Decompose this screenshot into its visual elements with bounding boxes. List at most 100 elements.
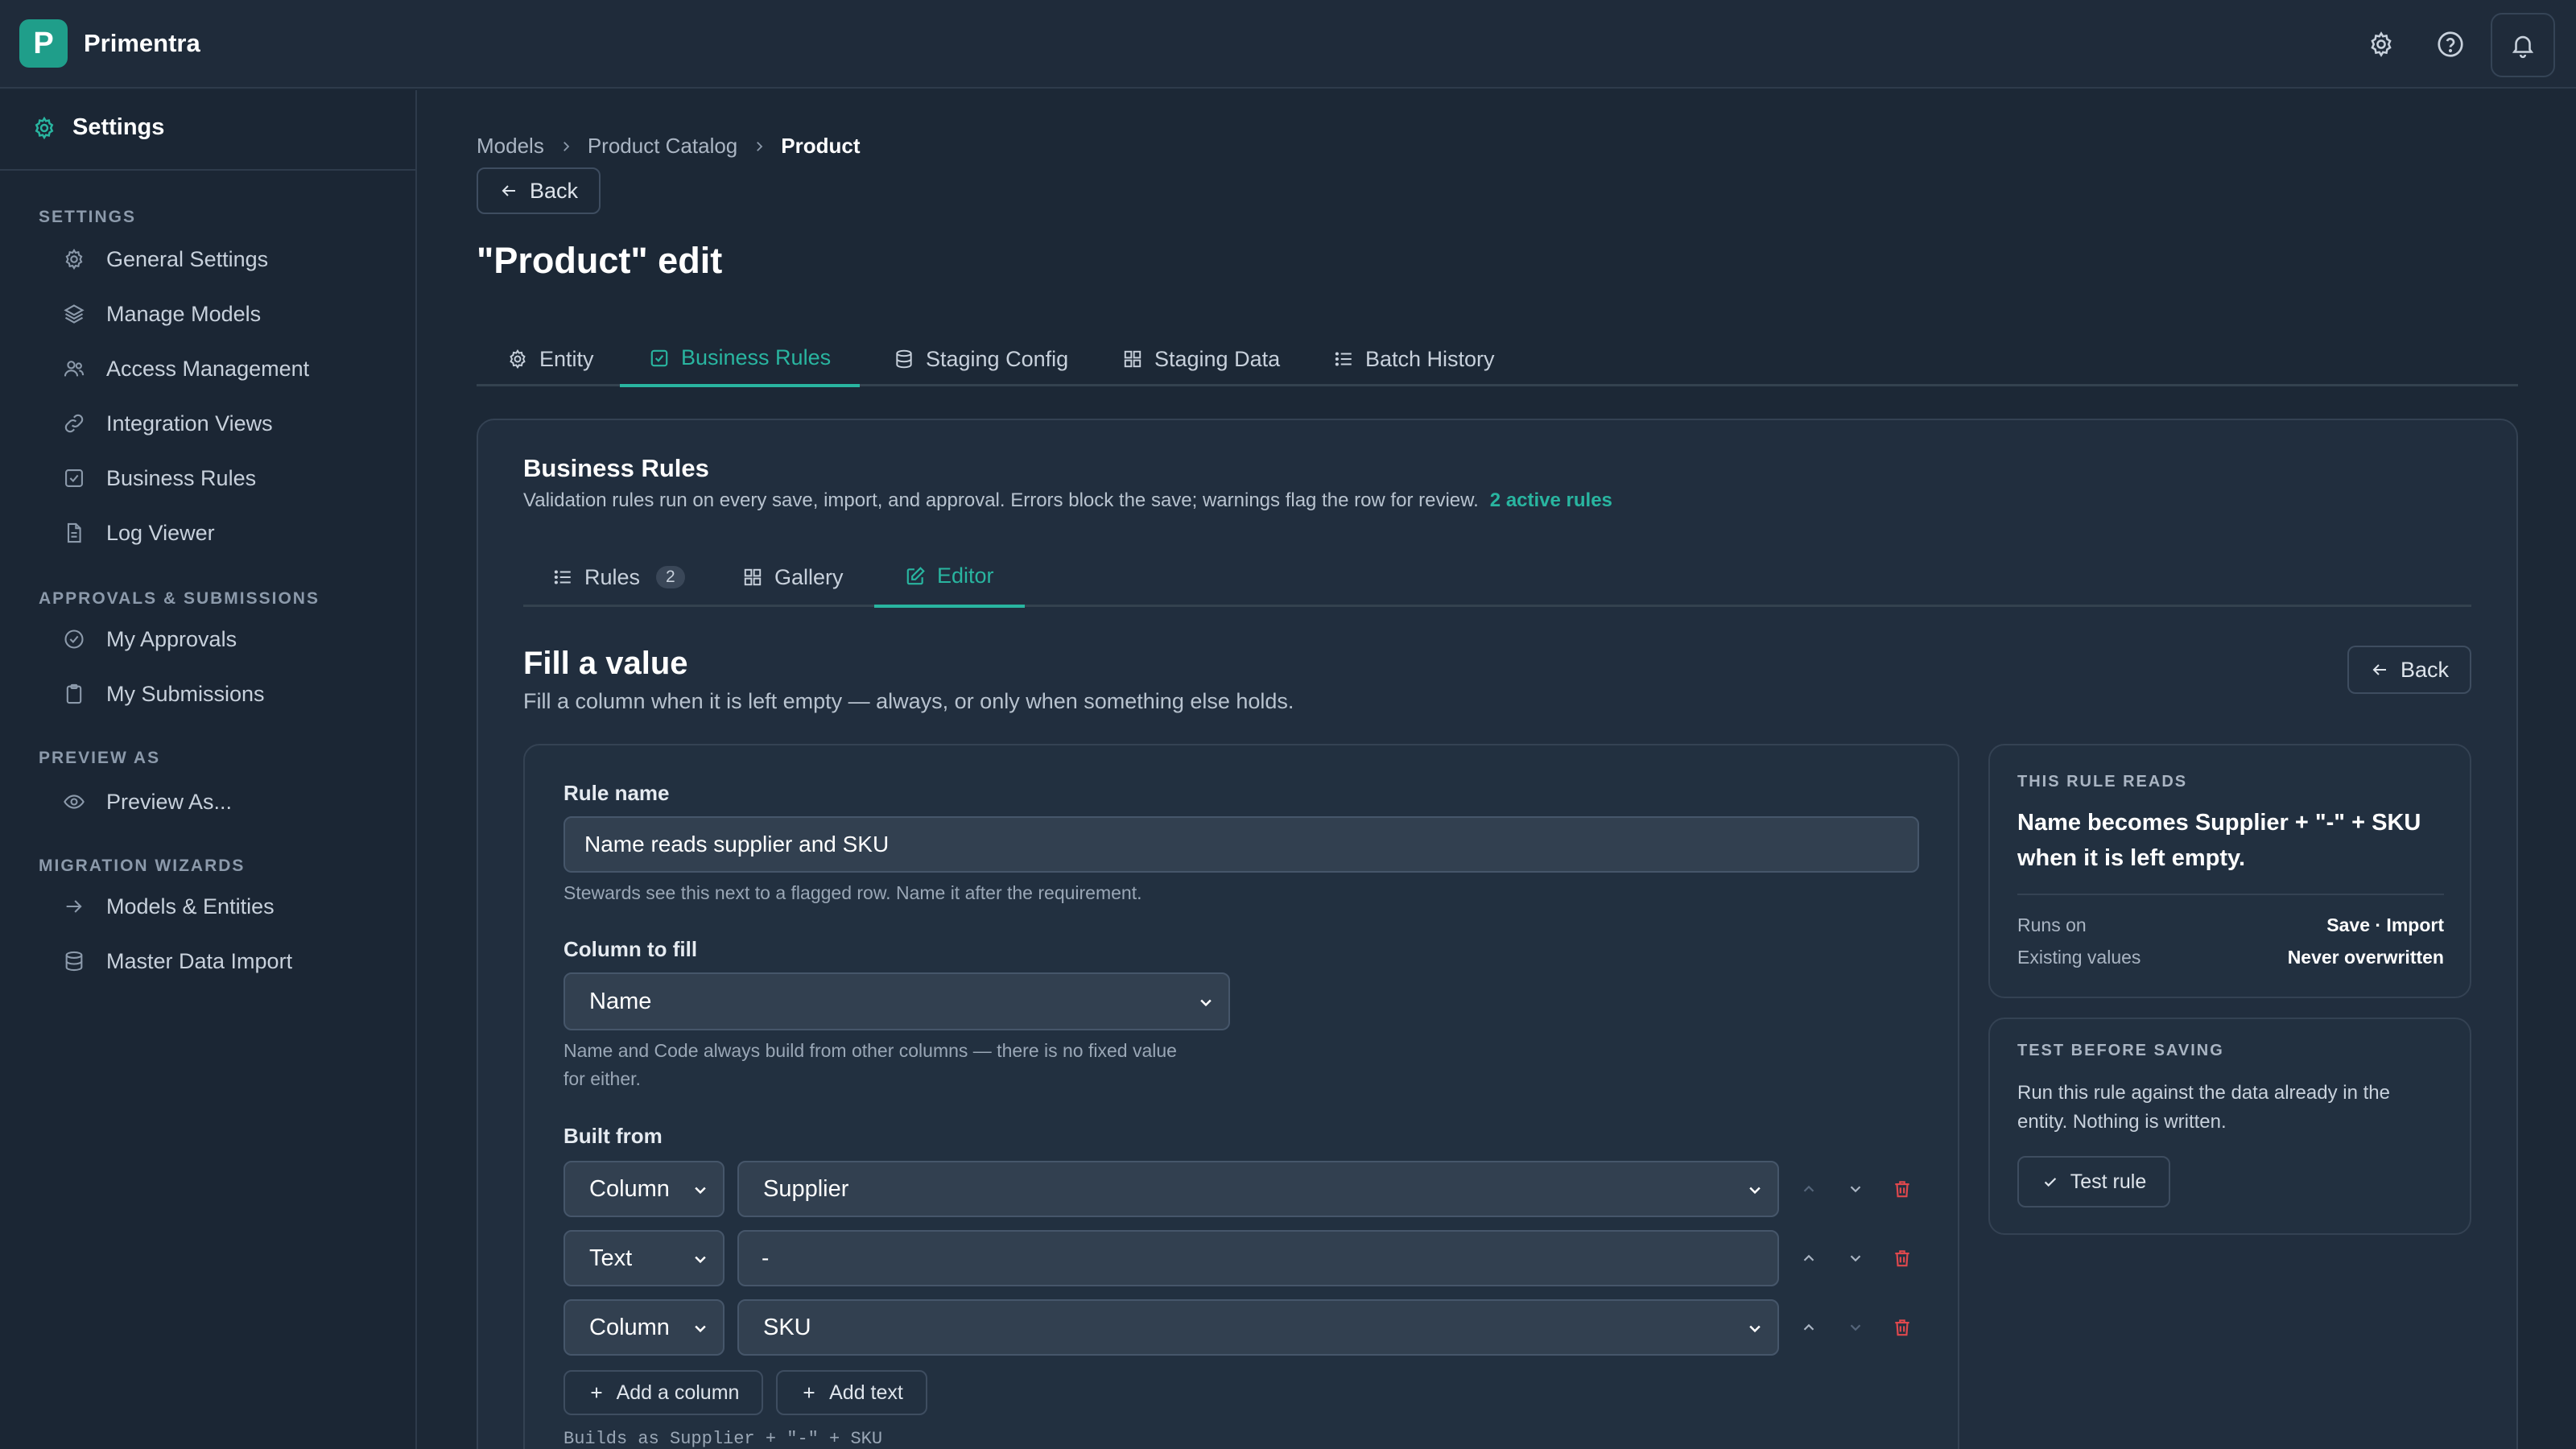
gear-icon (510, 349, 526, 369)
subtab-editor[interactable]: Editor (874, 547, 1025, 608)
tab-business-rules[interactable]: Business Rules (620, 332, 861, 387)
existing-values-label: Existing values (2017, 947, 2141, 968)
rule-name-input[interactable]: Name reads supplier and SKU (564, 816, 1919, 873)
subtab-label: Editor (937, 564, 994, 588)
delete-trash-icon[interactable] (1889, 1245, 1916, 1272)
builds-as-preview: Builds as Supplier + "-" + SKU (564, 1429, 883, 1449)
back-button-label: Back (529, 178, 579, 203)
plus-icon (591, 1387, 601, 1398)
gear-icon (65, 248, 83, 270)
sidebar-item-my-approvals[interactable]: My Approvals (63, 621, 237, 657)
add-text-label: Add text (829, 1381, 903, 1404)
arrow-left-icon (502, 185, 515, 196)
sidebar-item-label: Preview As... (106, 789, 233, 814)
sidebar-item-log-viewer[interactable]: Log Viewer (63, 515, 215, 551)
edit-icon (906, 566, 925, 584)
add-text-button[interactable]: Add text (776, 1370, 927, 1415)
tab-entity[interactable]: Entity (507, 332, 594, 386)
section-label-preview-as: PREVIEW AS (39, 749, 161, 767)
sidebar-item-label: General Settings (106, 246, 269, 271)
test-rule-button[interactable]: Test rule (2017, 1156, 2170, 1208)
layers-icon (64, 304, 85, 324)
entity-tabs: Entity Business Rules Staging Config Sta… (477, 332, 2518, 387)
move-up-icon (1795, 1175, 1823, 1203)
part-3-value-select[interactable]: SKU (737, 1299, 1779, 1356)
tab-label: Batch History (1365, 346, 1495, 371)
move-up-icon[interactable] (1795, 1245, 1823, 1272)
breadcrumb-product-catalog[interactable]: Product Catalog (588, 134, 737, 159)
sidebar-item-preview-as[interactable]: Preview As... (63, 784, 232, 819)
sidebar-item-access-management[interactable]: Access Management (63, 351, 309, 386)
sidebar-item-business-rules[interactable]: Business Rules (63, 460, 256, 496)
delete-trash-icon[interactable] (1889, 1175, 1916, 1203)
runs-on-label: Runs on (2017, 914, 2087, 935)
sidebar-item-label: Master Data Import (106, 948, 293, 973)
help-icon[interactable] (2433, 27, 2468, 62)
sidebar-item-models-entities[interactable]: Models & Entities (63, 889, 275, 924)
sidebar-item-label: Models & Entities (106, 894, 275, 919)
add-column-button[interactable]: Add a column (564, 1370, 763, 1415)
chevron-down-icon (695, 1256, 706, 1264)
tab-batch-history[interactable]: Batch History (1333, 332, 1495, 386)
link-icon (64, 414, 84, 433)
chevron-down-icon (1749, 1187, 1761, 1195)
sidebar-item-label: Integration Views (106, 411, 273, 436)
sidebar-item-my-submissions[interactable]: My Submissions (63, 676, 265, 712)
chevron-down-icon (695, 1187, 706, 1195)
app-logo[interactable]: P (19, 19, 68, 68)
sidebar-item-label: Business Rules (106, 465, 257, 490)
part-2-type-select[interactable]: Text (564, 1230, 724, 1286)
sidebar-header: Settings (32, 114, 164, 141)
sidebar-item-label: My Approvals (106, 626, 237, 651)
test-rule-label: Test rule (2070, 1170, 2147, 1193)
move-down-icon (1842, 1314, 1869, 1341)
back-button[interactable]: Back (477, 167, 601, 214)
breadcrumb-models[interactable]: Models (477, 134, 544, 159)
tab-label: Business Rules (681, 345, 832, 369)
sidebar-item-manage-models[interactable]: Manage Models (63, 296, 261, 332)
part-2-text-input[interactable]: - (737, 1230, 1779, 1286)
checkbox-icon (650, 349, 668, 366)
move-up-icon[interactable] (1795, 1314, 1823, 1341)
section-label-settings: SETTINGS (39, 208, 137, 226)
part-3-type-select[interactable]: Column (564, 1299, 724, 1356)
existing-values-row: Existing values Never overwritten (2017, 947, 2444, 968)
chevron-down-icon (1749, 1325, 1761, 1333)
part-value: Supplier (763, 1175, 849, 1202)
move-down-icon[interactable] (1842, 1245, 1869, 1272)
tab-staging-config[interactable]: Staging Config (894, 332, 1068, 386)
check-icon (2044, 1178, 2056, 1187)
plus-icon (803, 1387, 815, 1398)
subtab-gallery[interactable]: Gallery (742, 547, 844, 607)
column-to-fill-select[interactable]: Name (564, 972, 1230, 1030)
editor-back-button[interactable]: Back (2347, 646, 2471, 694)
settings-gear-icon[interactable] (2363, 27, 2399, 62)
part-1-value-select[interactable]: Supplier (737, 1161, 1779, 1217)
subtab-label: Gallery (774, 564, 844, 589)
tab-label: Staging Config (926, 346, 1069, 371)
editor-title: Fill a value (523, 646, 688, 681)
sidebar-item-label: Log Viewer (106, 520, 215, 545)
back-button-label: Back (2400, 657, 2450, 682)
test-panel-label: TEST BEFORE SAVING (2017, 1042, 2224, 1059)
editor-description: Fill a column when it is left empty — al… (523, 689, 1294, 713)
rules-count-badge: 2 (656, 566, 685, 588)
sidebar-item-integration-views[interactable]: Integration Views (63, 406, 273, 441)
notifications-bell-icon[interactable] (2491, 13, 2555, 77)
subtab-rules[interactable]: Rules 2 (552, 547, 685, 607)
tab-staging-data[interactable]: Staging Data (1122, 332, 1280, 386)
sidebar-item-master-data-import[interactable]: Master Data Import (63, 943, 292, 979)
sidebar-title: Settings (72, 114, 165, 140)
tab-label: Entity (539, 346, 594, 371)
sidebar-item-general-settings[interactable]: General Settings (63, 242, 268, 277)
active-rules-count[interactable]: 2 active rules (1490, 489, 1612, 511)
top-bar: P Primentra (0, 0, 2576, 89)
move-down-icon[interactable] (1842, 1175, 1869, 1203)
page-title: "Product" edit (477, 240, 723, 281)
delete-trash-icon[interactable] (1889, 1314, 1916, 1341)
breadcrumb: Models Product Catalog Product (477, 134, 861, 159)
part-value: SKU (763, 1314, 811, 1340)
part-1-type-select[interactable]: Column (564, 1161, 724, 1217)
tab-label: Staging Data (1154, 346, 1281, 371)
sentence-line: when it is left empty. (2017, 845, 2246, 871)
